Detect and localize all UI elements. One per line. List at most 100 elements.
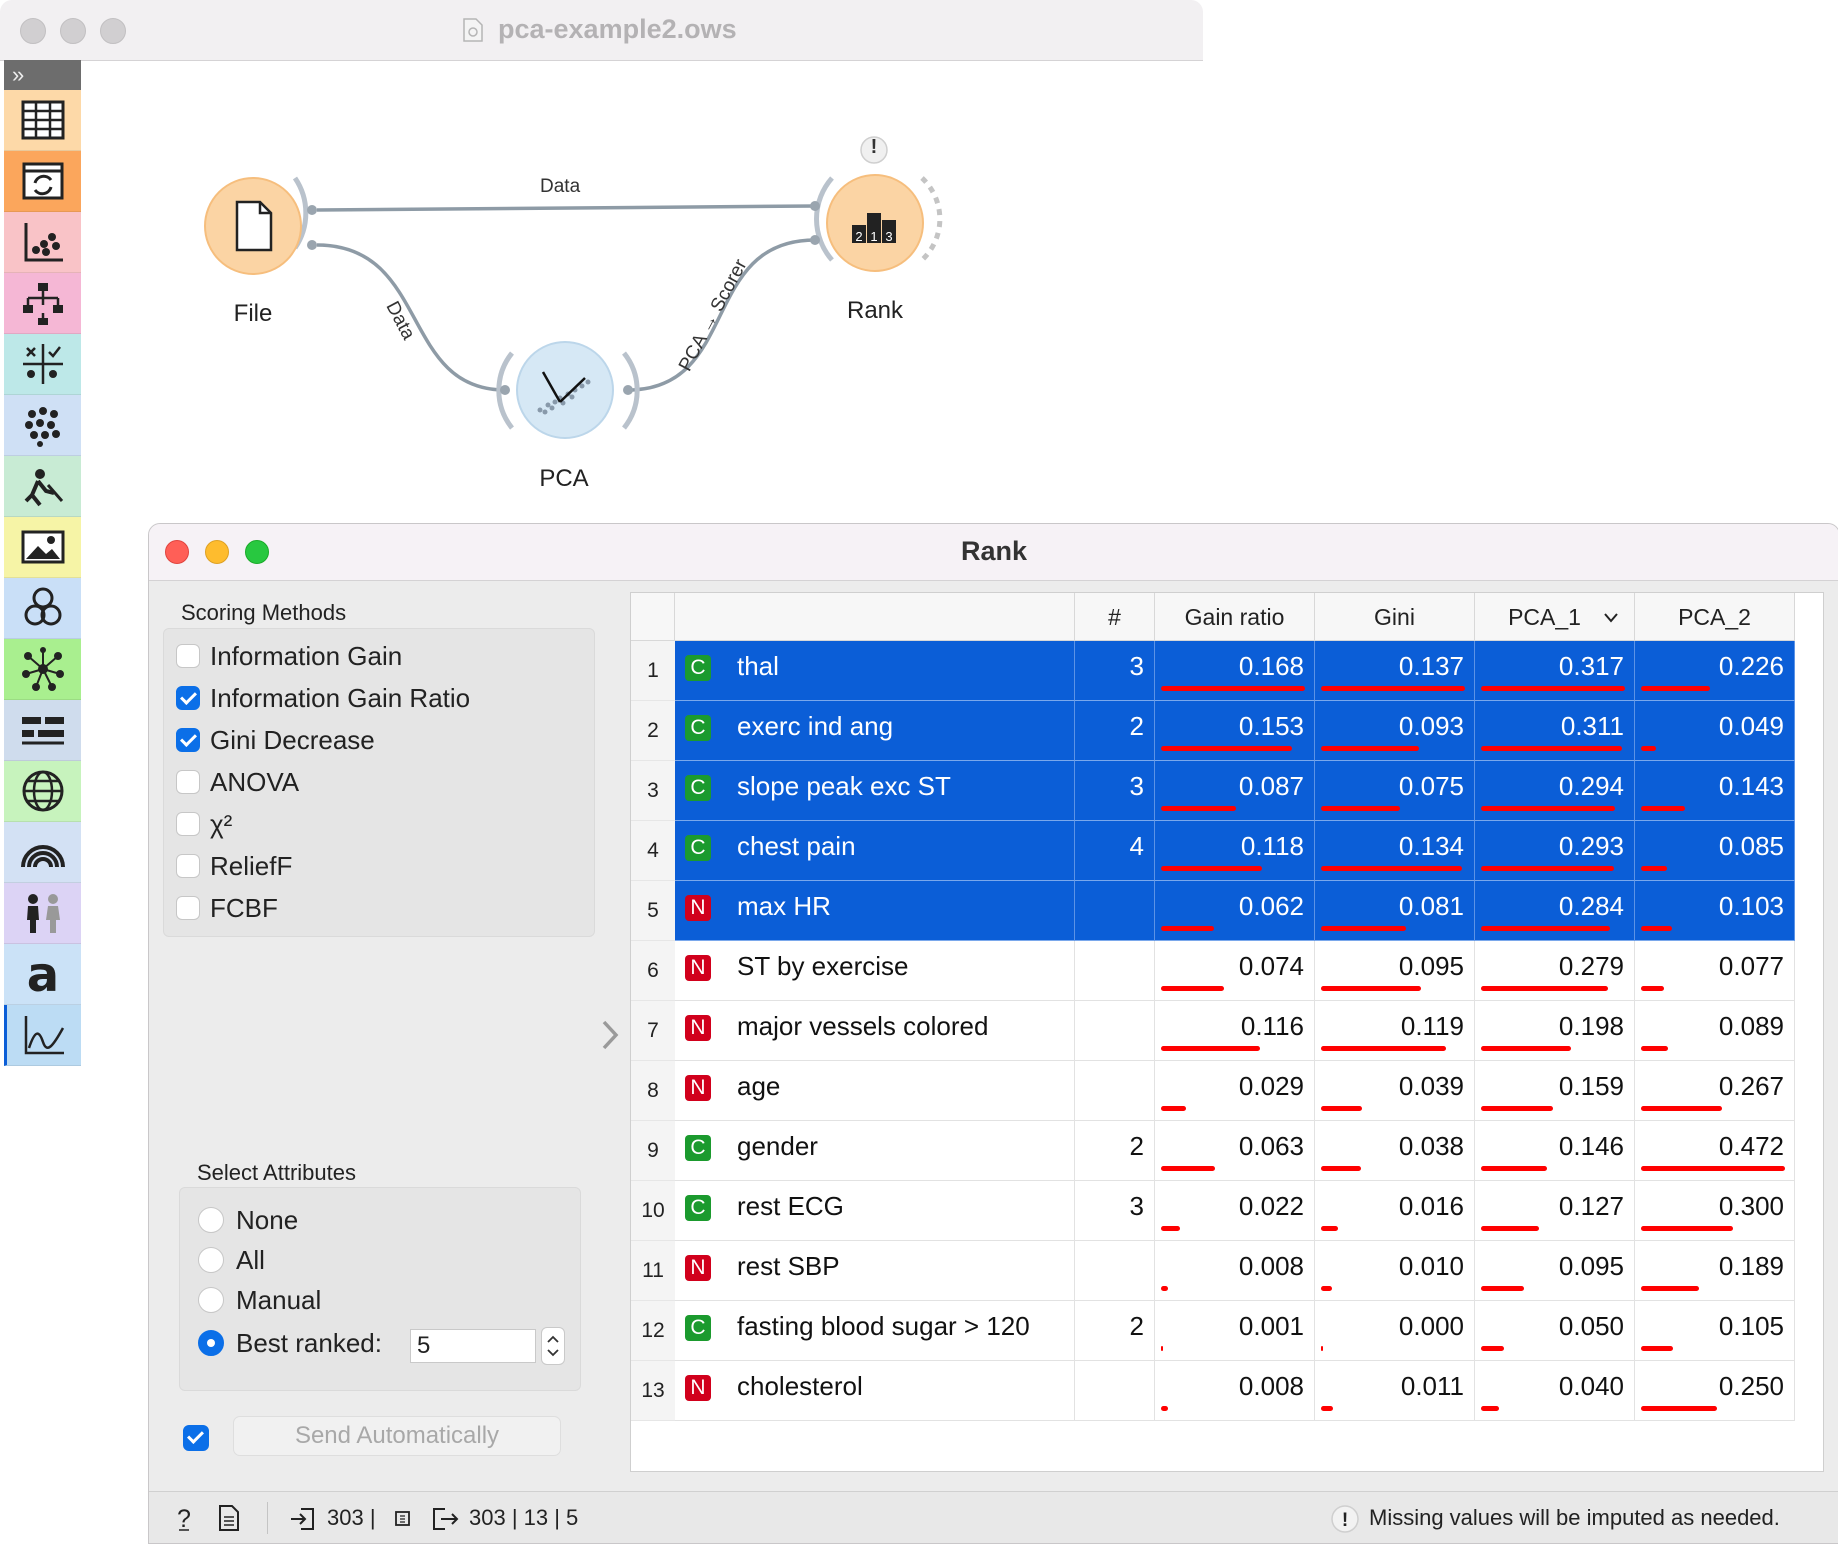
scoring-method-checkbox[interactable] [176, 686, 200, 710]
toolbox-category[interactable] [4, 761, 81, 822]
count-cell[interactable]: 2 [1075, 701, 1155, 761]
select-option-radio[interactable] [198, 1287, 224, 1313]
pca1-cell[interactable]: 0.095 [1475, 1241, 1635, 1301]
scoring-method-checkbox[interactable] [176, 644, 200, 668]
count-cell[interactable] [1075, 1001, 1155, 1061]
gini-cell[interactable]: 0.075 [1315, 761, 1475, 821]
attribute-cell[interactable]: Cexerc ind ang [675, 701, 1075, 761]
pca2-cell[interactable]: 0.300 [1635, 1181, 1795, 1241]
pca1-cell[interactable]: 0.050 [1475, 1301, 1635, 1361]
attribute-cell[interactable]: Cchest pain [675, 821, 1075, 881]
gain-cell[interactable]: 0.087 [1155, 761, 1315, 821]
attribute-cell[interactable]: Nmax HR [675, 881, 1075, 941]
row-number[interactable]: 11 [631, 1241, 675, 1301]
gain-cell[interactable]: 0.029 [1155, 1061, 1315, 1121]
count-cell[interactable] [1075, 1061, 1155, 1121]
scoring-method-option[interactable]: Gini Decrease [176, 719, 470, 761]
gain-cell[interactable]: 0.001 [1155, 1301, 1315, 1361]
column-header[interactable]: PCA_2 [1635, 593, 1795, 641]
gini-cell[interactable]: 0.119 [1315, 1001, 1475, 1061]
count-cell[interactable]: 2 [1075, 1301, 1155, 1361]
pca1-cell[interactable]: 0.040 [1475, 1361, 1635, 1421]
gain-cell[interactable]: 0.118 [1155, 821, 1315, 881]
gini-cell[interactable]: 0.081 [1315, 881, 1475, 941]
column-header[interactable]: Gain ratio [1155, 593, 1315, 641]
pca-node[interactable] [496, 341, 640, 439]
gain-cell[interactable]: 0.116 [1155, 1001, 1315, 1061]
close-button[interactable] [20, 18, 46, 44]
toolbox-category[interactable] [4, 1005, 81, 1066]
row-number[interactable]: 2 [631, 701, 675, 761]
pca2-cell[interactable]: 0.089 [1635, 1001, 1795, 1061]
scoring-method-checkbox[interactable] [176, 812, 200, 836]
toolbox-category[interactable] [4, 822, 81, 883]
gini-cell[interactable]: 0.137 [1315, 641, 1475, 701]
gini-cell[interactable]: 0.134 [1315, 821, 1475, 881]
row-number[interactable]: 13 [631, 1361, 675, 1421]
row-number[interactable]: 7 [631, 1001, 675, 1061]
pca1-cell[interactable]: 0.146 [1475, 1121, 1635, 1181]
chevron-right-icon[interactable] [598, 1018, 622, 1052]
column-header[interactable] [675, 593, 1075, 641]
count-cell[interactable]: 2 [1075, 1121, 1155, 1181]
select-option[interactable]: All [198, 1240, 382, 1280]
attribute-cell[interactable]: Nrest SBP [675, 1241, 1075, 1301]
column-header[interactable]: Gini [1315, 593, 1475, 641]
row-number[interactable]: 5 [631, 881, 675, 941]
count-cell[interactable]: 3 [1075, 1181, 1155, 1241]
select-option[interactable]: Manual [198, 1280, 382, 1320]
row-number[interactable]: 12 [631, 1301, 675, 1361]
select-option[interactable]: Best ranked: [198, 1320, 382, 1366]
pca2-cell[interactable]: 0.189 [1635, 1241, 1795, 1301]
gain-cell[interactable]: 0.008 [1155, 1361, 1315, 1421]
link-file-pca[interactable] [316, 243, 506, 392]
count-cell[interactable]: 3 [1075, 761, 1155, 821]
select-option-radio[interactable] [198, 1330, 224, 1356]
column-header[interactable]: PCA_1 [1475, 593, 1635, 641]
row-number[interactable]: 3 [631, 761, 675, 821]
pca1-cell[interactable]: 0.159 [1475, 1061, 1635, 1121]
row-number[interactable]: 9 [631, 1121, 675, 1181]
pca1-cell[interactable]: 0.127 [1475, 1181, 1635, 1241]
pca2-cell[interactable]: 0.226 [1635, 641, 1795, 701]
attribute-cell[interactable]: N ST by exercise [675, 941, 1075, 1001]
scoring-method-option[interactable]: FCBF [176, 887, 470, 929]
toolbox-category[interactable]: a [4, 944, 81, 1005]
column-header[interactable]: # [1075, 593, 1155, 641]
row-number[interactable]: 6 [631, 941, 675, 1001]
select-option-radio[interactable] [198, 1247, 224, 1273]
pca2-cell[interactable]: 0.077 [1635, 941, 1795, 1001]
gain-cell[interactable]: 0.062 [1155, 881, 1315, 941]
scoring-method-option[interactable]: ReliefF [176, 845, 470, 887]
pca2-cell[interactable]: 0.105 [1635, 1301, 1795, 1361]
best-ranked-stepper[interactable] [541, 1327, 565, 1365]
gini-cell[interactable]: 0.016 [1315, 1181, 1475, 1241]
scoring-method-option[interactable]: Information Gain Ratio [176, 677, 470, 719]
pca2-cell[interactable]: 0.472 [1635, 1121, 1795, 1181]
pca1-cell[interactable]: 0.279 [1475, 941, 1635, 1001]
scoring-method-checkbox[interactable] [176, 896, 200, 920]
scoring-method-checkbox[interactable] [176, 854, 200, 878]
gain-cell[interactable]: 0.168 [1155, 641, 1315, 701]
count-cell[interactable] [1075, 941, 1155, 1001]
pca1-cell[interactable]: 0.284 [1475, 881, 1635, 941]
send-automatically-button[interactable]: Send Automatically [233, 1416, 561, 1456]
gini-cell[interactable]: 0.095 [1315, 941, 1475, 1001]
pca1-cell[interactable]: 0.198 [1475, 1001, 1635, 1061]
file-node[interactable] [204, 176, 317, 275]
count-cell[interactable] [1075, 881, 1155, 941]
gain-cell[interactable]: 0.153 [1155, 701, 1315, 761]
scoring-method-option[interactable]: χ² [176, 803, 470, 845]
pca2-cell[interactable]: 0.143 [1635, 761, 1795, 821]
link-file-rank[interactable] [316, 204, 816, 212]
gain-cell[interactable]: 0.022 [1155, 1181, 1315, 1241]
help-icon[interactable]: ? [171, 1504, 197, 1532]
toolbox-category[interactable] [4, 883, 81, 944]
auto-send-checkbox[interactable] [183, 1425, 209, 1451]
attribute-cell[interactable]: Cslope peak exc ST [675, 761, 1075, 821]
count-cell[interactable] [1075, 1361, 1155, 1421]
minimize-button[interactable] [60, 18, 86, 44]
scoring-method-checkbox[interactable] [176, 770, 200, 794]
attribute-cell[interactable]: Cthal [675, 641, 1075, 701]
best-ranked-input[interactable]: 5 [410, 1329, 536, 1363]
